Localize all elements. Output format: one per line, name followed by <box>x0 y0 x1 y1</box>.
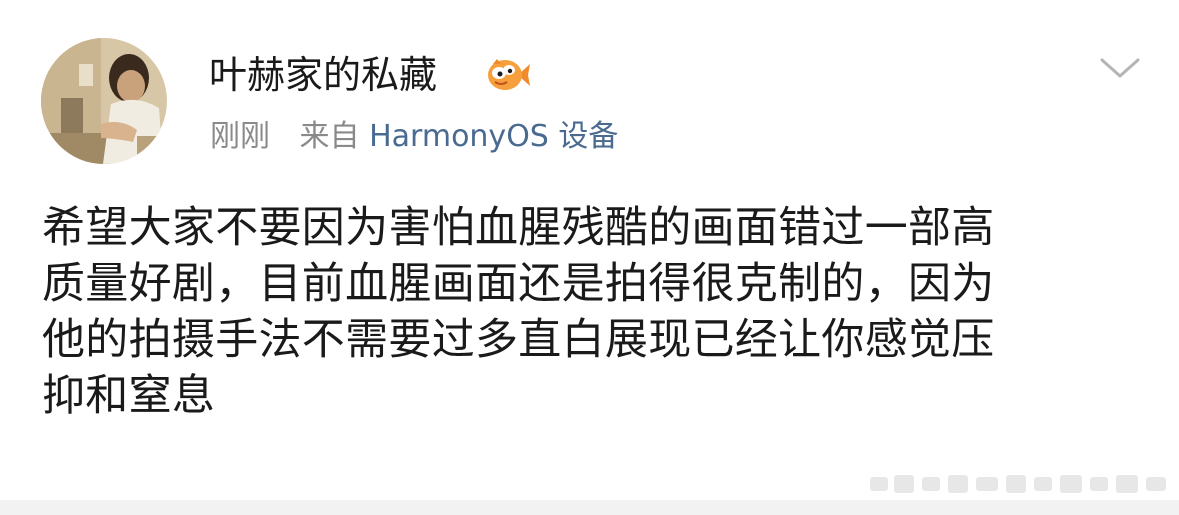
source-prefix: 来自 <box>299 119 360 154</box>
avatar[interactable] <box>41 38 167 164</box>
post-content: 希望大家不要因为害怕血腥残酷的画面错过一部高 质量好剧，目前血腥画面还是拍得很克… <box>42 203 995 421</box>
chevron-down-icon[interactable] <box>1098 50 1142 86</box>
post-timestamp: 刚刚 <box>210 119 270 154</box>
watermark <box>870 467 1170 503</box>
avatar-photo <box>41 38 167 164</box>
post-meta: 刚刚 来自 HarmonyOS 设备 <box>210 117 618 157</box>
source-device-link[interactable]: HarmonyOS 设备 <box>369 119 618 154</box>
bottom-divider <box>0 500 1179 515</box>
weibo-post-card: 叶赫家的私藏 刚刚 来自 HarmonyOS 设备 希望大家不要因为害怕血腥残酷… <box>0 0 1179 515</box>
username[interactable]: 叶赫家的私藏 <box>209 50 437 100</box>
fish-emoji-badge-icon[interactable] <box>485 54 531 96</box>
